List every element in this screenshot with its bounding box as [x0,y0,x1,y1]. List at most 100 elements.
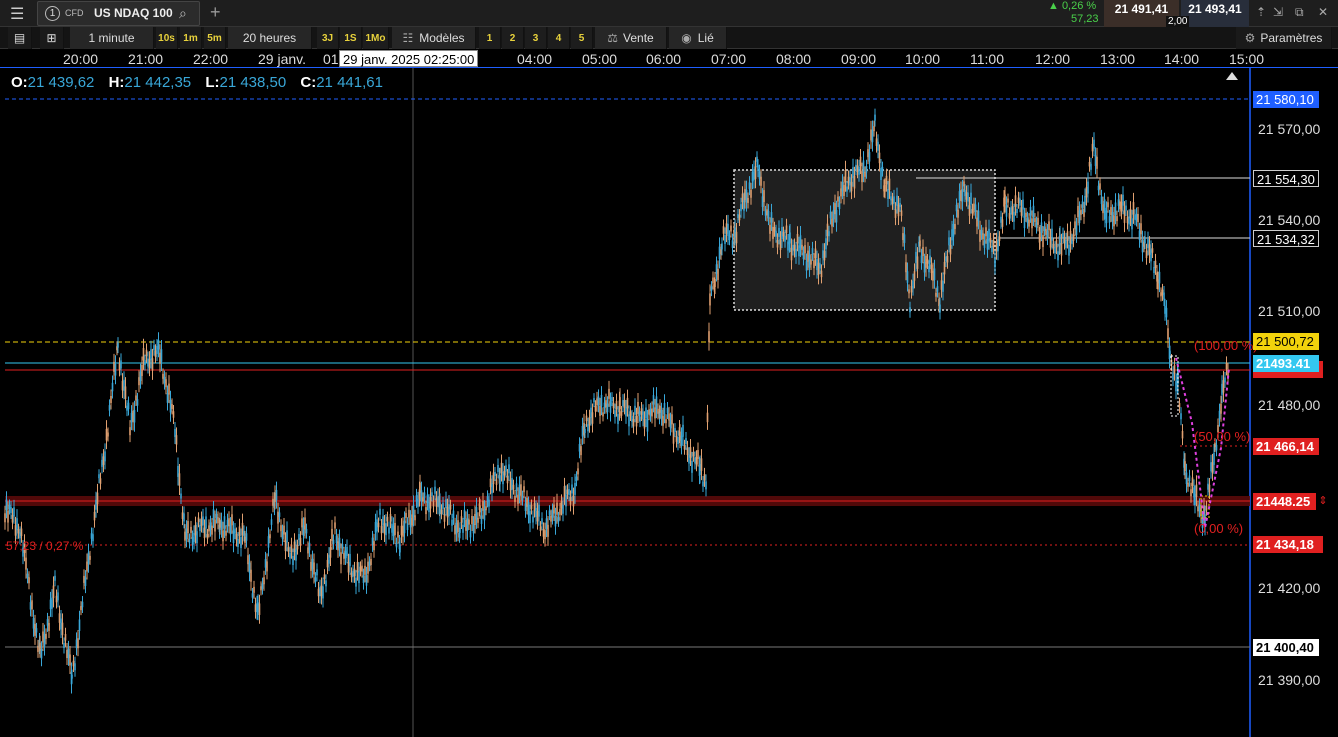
candle-body [738,214,741,221]
candle-body [16,518,18,531]
candle-body [1163,292,1165,300]
candle-body [527,504,530,516]
candle-body [26,573,29,579]
interval-1m[interactable]: 1m [180,27,202,49]
candle-body [1111,212,1114,222]
candle-body [72,660,75,667]
candle-body [51,597,53,609]
candle-body [957,209,959,218]
candle-body [935,292,937,297]
interval-select[interactable]: 1 minute [70,27,154,49]
candle-body [796,233,799,244]
candle-body [915,251,917,263]
arrow-up-icon[interactable]: ⇡ [1256,5,1266,19]
candle-body [671,414,673,425]
candle-body [17,528,20,534]
candle-body [251,593,254,598]
candle-body [951,229,953,241]
candle-body [622,400,624,407]
candle-body [184,531,186,541]
order-ticket-icon: ⚖ [607,31,619,45]
sell-order-button[interactable]: ⚖ Vente [595,27,667,49]
candle-body [778,227,780,237]
candle-body [995,241,998,252]
search-icon[interactable]: ⌕ [179,5,187,22]
template-slot-3[interactable]: 3 [525,27,547,49]
buy-price-button[interactable]: 21 493,41 [1181,0,1249,27]
popout-icon[interactable]: ⧉ [1295,5,1304,20]
toggle-panel-icon[interactable]: ▤ [8,27,32,49]
candle-body [817,262,820,276]
range-3j[interactable]: 3J [317,27,339,49]
candle-body [648,409,650,415]
candle-body [64,633,67,641]
candle-body [511,477,513,490]
time-label: 15:00 [1229,51,1265,67]
template-slot-1[interactable]: 1 [479,27,501,49]
candle-body [1160,292,1162,297]
settings-button[interactable]: ⚙ Paramètres [1236,27,1332,49]
candle-body [635,415,638,427]
template-slot-5[interactable]: 5 [571,27,593,49]
candle-body [1060,242,1063,256]
candle-body [4,513,6,523]
candle-body [258,603,261,615]
candle-body [1026,217,1029,223]
price-chart[interactable] [0,68,1338,737]
candle-body [124,386,127,399]
candle-body [1065,239,1067,248]
candle-body [1114,202,1117,216]
candle-body [57,592,59,601]
candle-body [86,561,88,572]
candle-body [625,407,627,417]
candle-body [165,379,167,388]
candle-body [1032,205,1035,218]
candle-body [916,256,919,269]
range-1mo[interactable]: 1Mo [363,27,389,49]
candle-body [377,522,380,528]
time-axis[interactable]: 20:00 21:00 22:00 29 janv. 01 04:00 05:0… [0,49,1338,68]
high-label: H: [108,74,125,91]
candle-body [654,407,656,419]
band-price-label[interactable]: 21448.25 [1253,493,1319,510]
candle-body [78,619,81,631]
candle-body [823,250,826,261]
candle-body [394,522,396,535]
hamburger-icon[interactable]: ☰ [10,4,24,24]
interval-10s[interactable]: 10s [156,27,178,49]
range-select[interactable]: 20 heures [228,27,312,49]
candle-body [1153,266,1155,273]
candle-body [92,534,94,542]
candle-body [890,196,892,201]
template-slot-4[interactable]: 4 [548,27,570,49]
candle-body [1123,210,1126,223]
interval-5m[interactable]: 5m [204,27,226,49]
close-icon[interactable]: ✕ [1318,5,1328,19]
collapse-icon[interactable]: ⇲ [1273,5,1283,19]
layout-grid-icon[interactable]: ⊞ [40,27,64,49]
candle-body [542,529,545,537]
candle-body [793,244,796,252]
candle-body [566,489,569,495]
candle-body [449,505,452,510]
candle-body [414,515,416,521]
instrument-tab[interactable]: 1 CFD US NDAQ 100 ⌕ [37,1,200,26]
candle-body [1198,504,1201,512]
candle-body [81,601,84,608]
alert-price-label[interactable]: 21 580,10 [1253,91,1319,108]
candle-body [314,577,317,582]
drag-handle-icon[interactable]: ⇕ [1316,493,1330,510]
candle-body [104,451,106,462]
candle-body [1004,194,1006,205]
range-1s[interactable]: 1S [340,27,362,49]
gear-icon: ⚙ [1244,31,1256,45]
templates-button[interactable]: ☷ Modèles [392,27,476,49]
candle-body [108,405,111,411]
template-slot-2[interactable]: 2 [502,27,524,49]
candle-body [717,268,719,280]
candle-body [491,483,493,494]
link-button[interactable]: ◉ Lié [669,27,727,49]
candle-body [368,561,371,566]
candle-body [929,255,931,263]
add-tab-button[interactable]: + [210,2,221,23]
